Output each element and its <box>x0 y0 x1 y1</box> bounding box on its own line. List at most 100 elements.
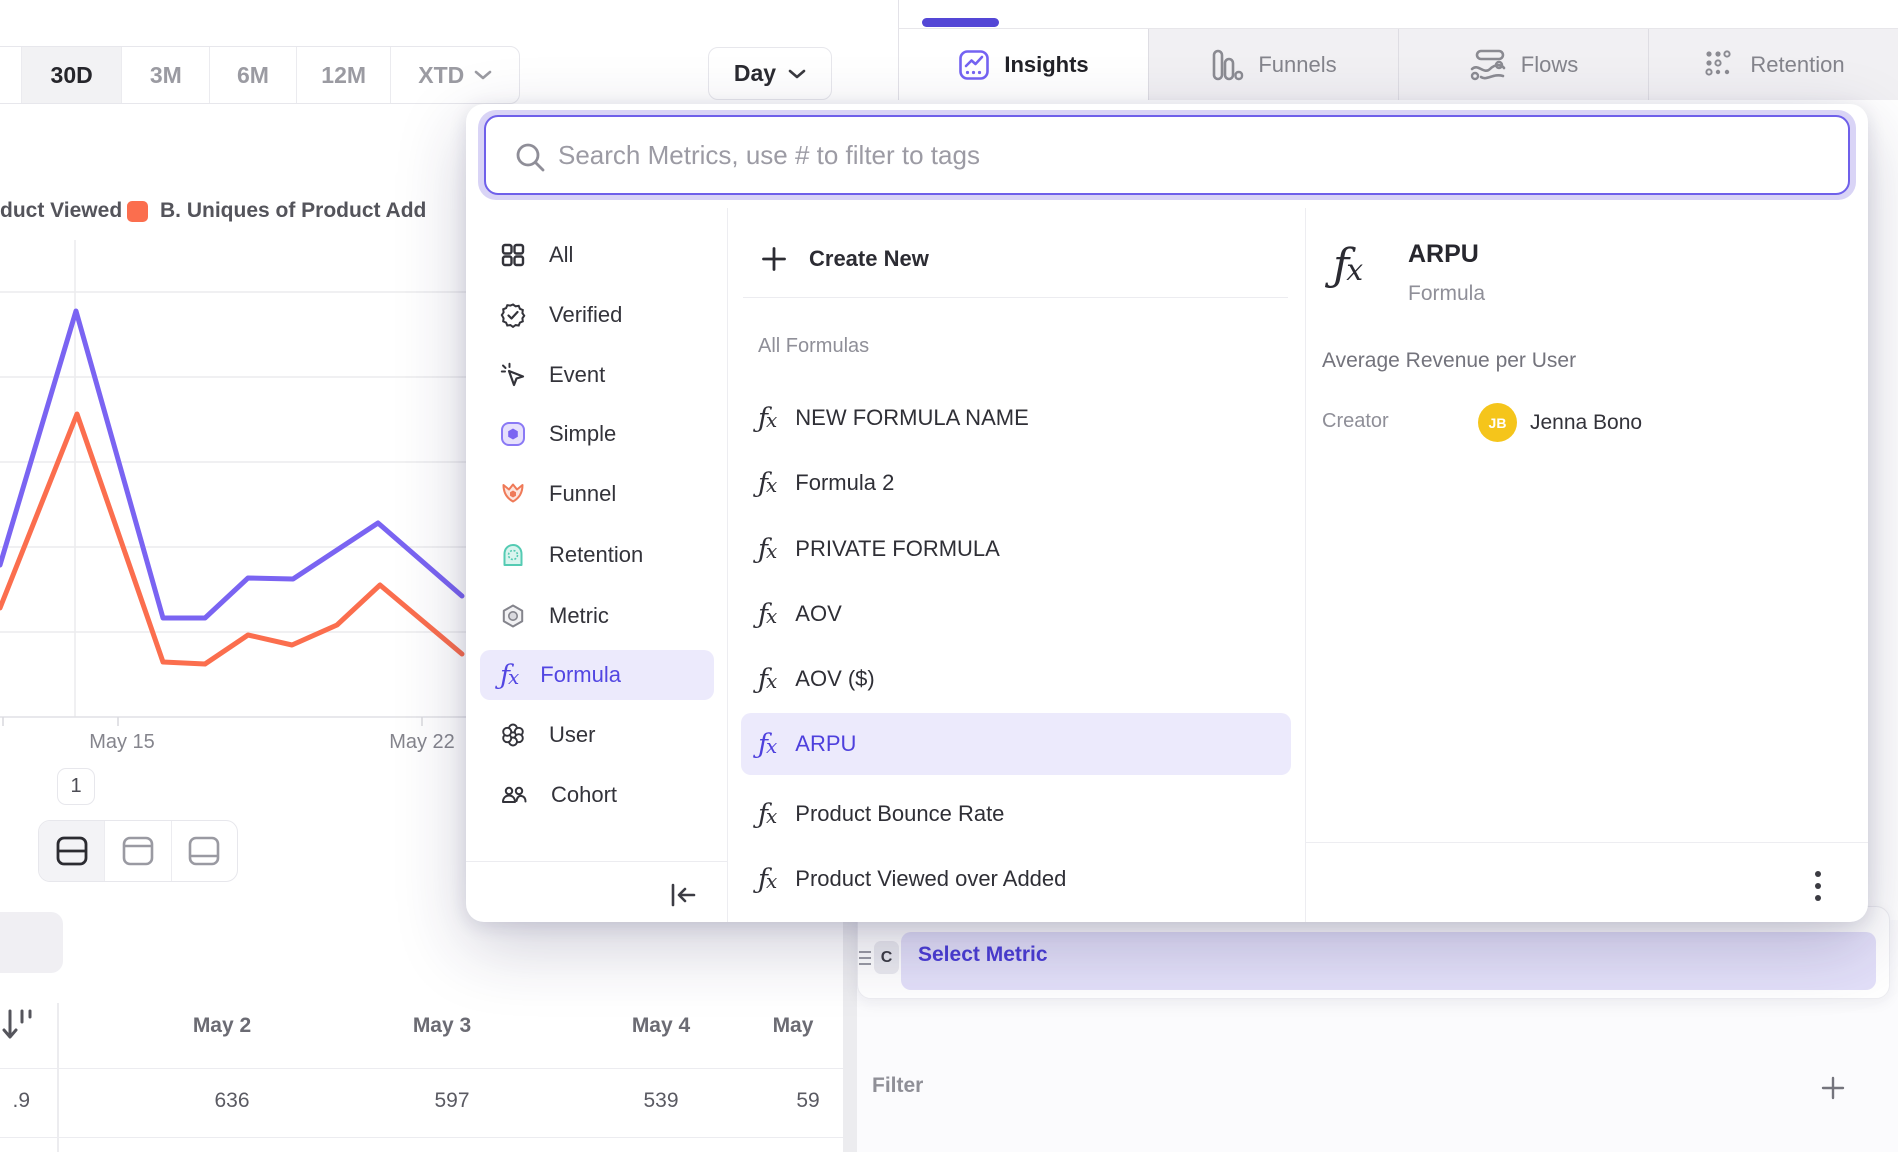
time-range-12m[interactable]: 12M <box>297 47 392 103</box>
sidebar-item-user[interactable]: User <box>480 710 714 760</box>
formula-list-item-arpu[interactable]: ƒx ARPU <box>741 713 1291 775</box>
table-header-may5[interactable]: May <box>743 1014 843 1038</box>
legend-color-swatch <box>127 201 148 222</box>
sidebar-item-event[interactable]: Event <box>480 350 714 400</box>
tab-label: Insights <box>1004 52 1088 78</box>
drag-handle-icon[interactable] <box>858 948 873 968</box>
time-range-3m[interactable]: 3M <box>122 47 210 103</box>
sidebar-item-label: Verified <box>549 302 622 328</box>
simple-hexagon-icon <box>500 421 526 447</box>
tab-flows[interactable]: Flows <box>1399 29 1649 100</box>
table-header-may2[interactable]: May 2 <box>142 1014 302 1038</box>
top-divider <box>898 0 899 28</box>
metric-hexagon-icon <box>500 603 526 629</box>
select-metric-label[interactable]: Select Metric <box>918 943 1048 967</box>
sidebar-item-label: Cohort <box>551 782 617 808</box>
tab-insights[interactable]: Insights <box>899 29 1149 100</box>
table-header-may4[interactable]: May 4 <box>581 1014 741 1038</box>
line-chart <box>0 230 466 730</box>
series-letter-badge: C <box>874 941 899 974</box>
formula-list-item[interactable]: ƒx Product Viewed over Added <box>741 853 1291 905</box>
insights-chart-icon <box>958 49 990 81</box>
table-column-divider <box>57 1003 59 1152</box>
report-tab-strip: Insights Funnels <box>898 28 1898 100</box>
formula-fx-icon: ƒx <box>500 660 517 691</box>
formula-fx-icon-large: ƒx <box>1333 240 1360 291</box>
more-options-icon[interactable] <box>1810 866 1826 906</box>
sort-icon[interactable] <box>2 1005 32 1047</box>
verified-badge-icon <box>500 302 526 328</box>
layout-split-rows-button[interactable] <box>39 821 105 881</box>
formula-fx-icon: ƒx <box>758 729 775 760</box>
table-row-divider <box>0 1068 843 1069</box>
layout-top-bar-button[interactable] <box>105 821 171 881</box>
sidebar-item-verified[interactable]: Verified <box>480 290 714 340</box>
formula-item-label: Product Bounce Rate <box>795 801 1004 827</box>
sidebar-item-simple[interactable]: Simple <box>480 409 714 459</box>
tab-label: Funnels <box>1258 52 1336 78</box>
panel-gap <box>843 920 857 1152</box>
layout-bottom-bar-button[interactable] <box>172 821 237 881</box>
create-new-label: Create New <box>809 246 929 272</box>
legend-item-b[interactable]: B. Uniques of Product Add <box>127 198 426 224</box>
time-range-30d[interactable]: 30D <box>22 47 123 103</box>
granularity-select[interactable]: Day <box>708 47 832 100</box>
filter-section-label: Filter <box>872 1074 923 1098</box>
formula-list-item[interactable]: ƒx Formula 2 <box>741 457 1291 509</box>
sidebar-item-label: User <box>549 722 595 748</box>
grid-all-icon <box>500 242 526 268</box>
formula-fx-icon: ƒx <box>758 864 775 895</box>
sidebar-item-all[interactable]: All <box>480 230 714 280</box>
formula-list-item[interactable]: ƒx AOV ($) <box>741 653 1291 705</box>
chevron-down-icon <box>474 69 492 81</box>
detail-title: ARPU <box>1408 240 1479 269</box>
sidebar-item-formula[interactable]: ƒx Formula <box>480 650 714 700</box>
time-range-cut-segment[interactable] <box>0 47 22 103</box>
formula-fx-icon: ƒx <box>758 534 775 565</box>
granularity-label: Day <box>734 60 776 87</box>
sidebar-item-label: All <box>549 242 573 268</box>
search-box <box>484 115 1850 195</box>
formula-item-label: Formula 2 <box>795 470 894 496</box>
flows-wave-icon <box>1469 48 1507 82</box>
add-filter-icon[interactable] <box>1820 1075 1846 1101</box>
page-number-button[interactable]: 1 <box>57 768 95 805</box>
table-cell: 597 <box>372 1089 532 1113</box>
table-header-may3[interactable]: May 3 <box>362 1014 522 1038</box>
tab-funnels[interactable]: Funnels <box>1149 29 1399 100</box>
sidebar-item-cohort[interactable]: Cohort <box>480 770 714 820</box>
formula-fx-icon: ƒx <box>758 468 775 499</box>
legend-label: duct Viewed <box>0 199 122 223</box>
formula-item-label: PRIVATE FORMULA <box>795 536 1000 562</box>
table-cell: 636 <box>152 1089 312 1113</box>
time-range-6m[interactable]: 6M <box>210 47 297 103</box>
search-input[interactable] <box>558 140 1758 171</box>
formula-list-item[interactable]: ƒx PRIVATE FORMULA <box>741 523 1291 575</box>
sidebar-item-label: Formula <box>540 662 621 688</box>
list-divider <box>743 297 1288 298</box>
tab-label: Flows <box>1521 52 1578 78</box>
sidebar-item-label: Funnel <box>549 481 616 507</box>
x-axis-label: May 15 <box>62 731 182 754</box>
formula-item-label: ARPU <box>795 731 856 757</box>
table-cell: 539 <box>581 1089 741 1113</box>
formula-list-item[interactable]: ƒx AOV <box>741 588 1291 640</box>
tab-retention[interactable]: Retention <box>1649 29 1898 100</box>
sidebar-item-funnel[interactable]: Funnel <box>480 469 714 519</box>
legend-item-a[interactable]: duct Viewed <box>0 198 122 224</box>
time-range-xtd[interactable]: XTD <box>391 47 519 103</box>
formula-list-item[interactable]: ƒx Product Bounce Rate <box>741 788 1291 840</box>
create-new-button[interactable]: Create New <box>761 234 929 284</box>
collapse-sidebar-icon[interactable] <box>668 882 698 908</box>
table-row-divider <box>0 1137 843 1138</box>
sidebar-item-retention[interactable]: Retention <box>480 530 714 580</box>
chevron-down-icon <box>788 68 806 80</box>
column-divider <box>1305 208 1306 922</box>
metric-search-dropdown: All Verified Event <box>466 104 1868 922</box>
formula-list-item[interactable]: ƒx NEW FORMULA NAME <box>741 392 1291 444</box>
user-flower-icon <box>500 722 526 748</box>
retention-arch-icon <box>500 542 526 568</box>
sidebar-item-metric[interactable]: Metric <box>480 591 714 641</box>
sidebar-item-label: Simple <box>549 421 616 447</box>
event-cursor-icon <box>500 362 526 388</box>
